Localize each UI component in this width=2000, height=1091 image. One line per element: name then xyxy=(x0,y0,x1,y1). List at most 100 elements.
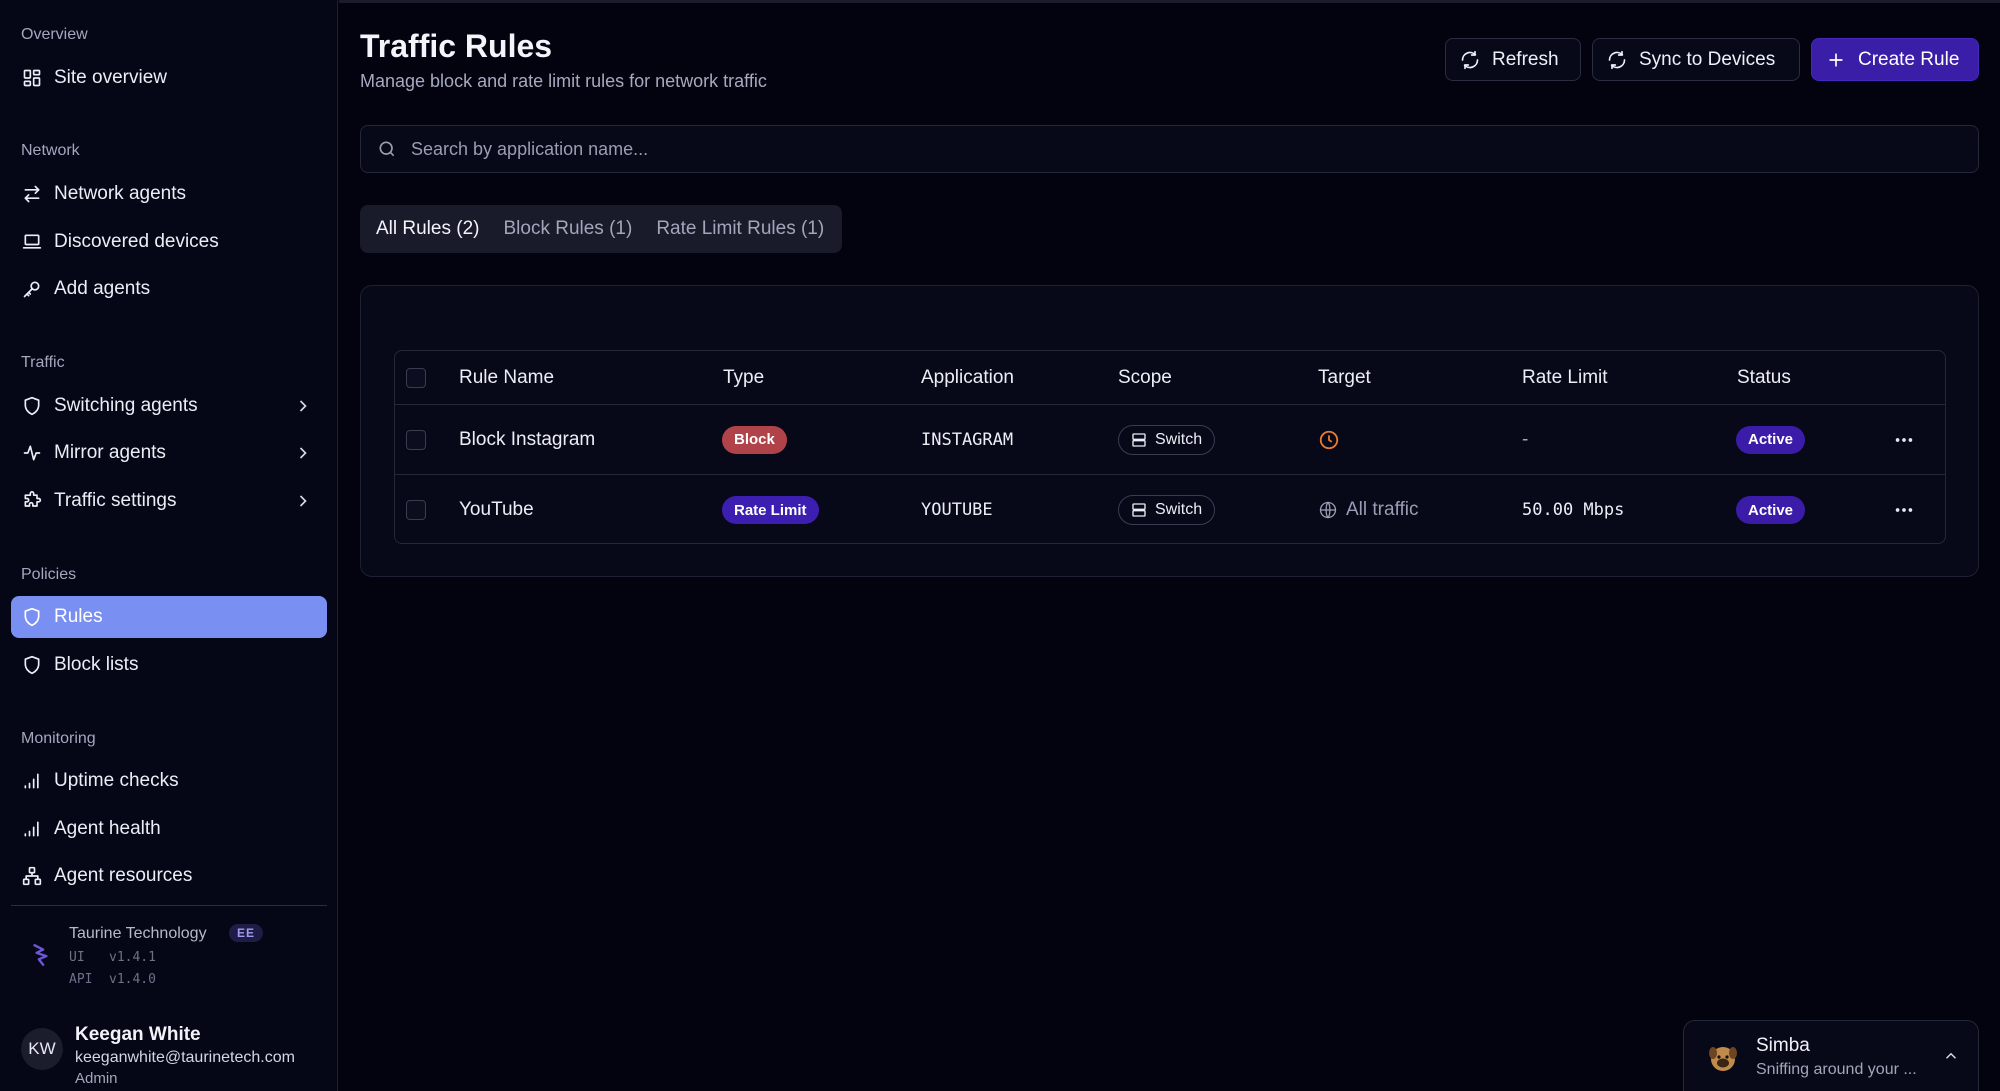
type-cell: Rate Limit xyxy=(722,475,819,543)
sidebar-item-label: Block lists xyxy=(54,654,139,675)
table-row[interactable]: YouTube Rate Limit YOUTUBE Switch All tr… xyxy=(395,475,1945,543)
assistant-widget[interactable]: Simba Sniffing around your ... xyxy=(1683,1020,1979,1091)
column-header-application[interactable]: Application xyxy=(921,351,1014,404)
column-header-scope[interactable]: Scope xyxy=(1118,351,1172,404)
rate-limit-value: 50.00 Mbps xyxy=(1522,500,1625,520)
api-version-value: v1.4.0 xyxy=(109,972,156,987)
signal-bars-icon xyxy=(21,770,43,792)
column-header-target[interactable]: Target xyxy=(1318,351,1371,404)
column-header-rule-name[interactable]: Rule Name xyxy=(459,351,554,404)
sidebar-item-label: Add agents xyxy=(54,278,151,299)
column-header-rate-limit[interactable]: Rate Limit xyxy=(1522,351,1608,404)
sidebar-item-label: Agent health xyxy=(54,818,161,839)
key-icon xyxy=(21,278,43,300)
create-rule-button[interactable]: Create Rule xyxy=(1811,38,1979,81)
row-select-cell xyxy=(406,405,426,474)
status-cell: Active xyxy=(1736,475,1806,543)
sidebar-item-mirror-agents[interactable]: Mirror agents xyxy=(11,432,327,474)
type-badge: Block xyxy=(722,425,787,454)
shield-icon xyxy=(21,606,43,628)
ui-version-label: UI xyxy=(69,950,85,965)
sidebar-item-label: Network agents xyxy=(54,183,187,204)
org-name: Taurine Technology xyxy=(69,925,207,942)
api-version: API v1.4.0 xyxy=(69,972,156,987)
status-cell: Active xyxy=(1736,405,1806,474)
search-input[interactable] xyxy=(411,138,1911,160)
scope-cell: Switch xyxy=(1118,405,1216,474)
sync-button-label: Sync to Devices xyxy=(1639,48,1776,70)
status-badge: Active xyxy=(1736,425,1806,454)
section-label-overview: Overview xyxy=(21,26,88,43)
scope-label: Switch xyxy=(1155,430,1203,448)
globe-icon xyxy=(1319,501,1337,519)
row-checkbox[interactable] xyxy=(406,429,426,450)
sidebar-item-rules[interactable]: Rules xyxy=(11,596,327,638)
assistant-name: Simba xyxy=(1756,1035,1810,1056)
sidebar-item-label: Switching agents xyxy=(54,395,198,416)
chevron-right-icon xyxy=(293,396,313,416)
user-name: Keegan White xyxy=(75,1024,201,1045)
shield-icon xyxy=(21,395,43,417)
org-info: Taurine Technology EE UI v1.4.1 API v1.4.0 xyxy=(22,922,327,992)
sidebar: Overview Site overview Network Network a… xyxy=(0,0,338,1091)
select-all-checkbox[interactable] xyxy=(406,367,426,388)
column-header-status[interactable]: Status xyxy=(1737,351,1791,404)
sidebar-item-site-overview[interactable]: Site overview xyxy=(11,57,327,99)
rules-table: Rule Name Type Application Scope Target … xyxy=(394,350,1946,544)
sidebar-item-uptime-checks[interactable]: Uptime checks xyxy=(11,760,327,802)
table-row[interactable]: Block Instagram Block INSTAGRAM Switch -… xyxy=(395,405,1945,475)
target-label: All traffic xyxy=(1346,499,1419,520)
more-horizontal-icon xyxy=(1895,437,1913,442)
table-header-row: Rule Name Type Application Scope Target … xyxy=(395,351,1945,405)
activity-icon xyxy=(21,442,43,464)
sidebar-item-switching-agents[interactable]: Switching agents xyxy=(11,385,327,427)
rate-limit-value: - xyxy=(1522,428,1529,450)
user-role: Admin xyxy=(75,1070,118,1087)
rules-card: Rule Name Type Application Scope Target … xyxy=(360,285,1979,577)
sidebar-item-discovered-devices[interactable]: Discovered devices xyxy=(11,221,327,263)
scope-chip: Switch xyxy=(1118,424,1216,455)
sidebar-item-add-agents[interactable]: Add agents xyxy=(11,268,327,310)
rule-name: YouTube xyxy=(459,499,534,520)
type-badge: Rate Limit xyxy=(722,496,819,524)
sidebar-item-label: Site overview xyxy=(54,67,167,88)
avatar: KW xyxy=(21,1028,63,1070)
section-label-network: Network xyxy=(21,142,80,159)
column-header-type[interactable]: Type xyxy=(723,351,764,404)
scope-label: Switch xyxy=(1155,501,1203,518)
puzzle-icon xyxy=(21,490,43,512)
sidebar-item-traffic-settings[interactable]: Traffic settings xyxy=(11,480,327,522)
ui-version: UI v1.4.1 xyxy=(69,950,156,965)
tab-all-rules[interactable]: All Rules (2) xyxy=(364,209,491,249)
refresh-button[interactable]: Refresh xyxy=(1445,38,1581,81)
more-horizontal-icon xyxy=(1895,508,1913,512)
sidebar-item-label: Mirror agents xyxy=(54,442,166,463)
chevron-up-icon[interactable] xyxy=(1942,1047,1960,1065)
section-label-traffic: Traffic xyxy=(21,354,65,371)
sidebar-item-agent-health[interactable]: Agent health xyxy=(11,808,327,850)
clock-icon xyxy=(1319,430,1339,449)
shield-icon xyxy=(21,654,43,676)
sidebar-item-agent-resources[interactable]: Agent resources xyxy=(11,855,327,897)
user-profile[interactable]: KW Keegan White keeganwhite@taurinetech.… xyxy=(21,1024,331,1087)
row-checkbox[interactable] xyxy=(406,500,426,520)
rule-tabs: All Rules (2) Block Rules (1) Rate Limit… xyxy=(360,205,842,253)
arrows-left-right-icon xyxy=(21,183,43,205)
tab-block-rules[interactable]: Block Rules (1) xyxy=(491,209,644,249)
status-badge: Active xyxy=(1736,496,1806,524)
sidebar-item-block-lists[interactable]: Block lists xyxy=(11,644,327,686)
section-label-policies: Policies xyxy=(21,566,77,583)
chevron-right-icon xyxy=(293,443,313,463)
row-actions-button[interactable] xyxy=(1893,405,1915,474)
row-actions-button[interactable] xyxy=(1893,475,1915,543)
target-cell: All traffic xyxy=(1318,475,1419,543)
application-name: INSTAGRAM xyxy=(921,429,1014,450)
page-title: Traffic Rules xyxy=(360,28,553,64)
tab-rate-limit-rules[interactable]: Rate Limit Rules (1) xyxy=(644,209,836,249)
signal-bars-icon xyxy=(21,818,43,840)
chevron-right-icon xyxy=(293,491,313,511)
network-tree-icon xyxy=(21,865,43,887)
sync-to-devices-button[interactable]: Sync to Devices xyxy=(1592,38,1800,81)
search-bar[interactable] xyxy=(360,125,1979,173)
sidebar-item-network-agents[interactable]: Network agents xyxy=(11,173,327,215)
